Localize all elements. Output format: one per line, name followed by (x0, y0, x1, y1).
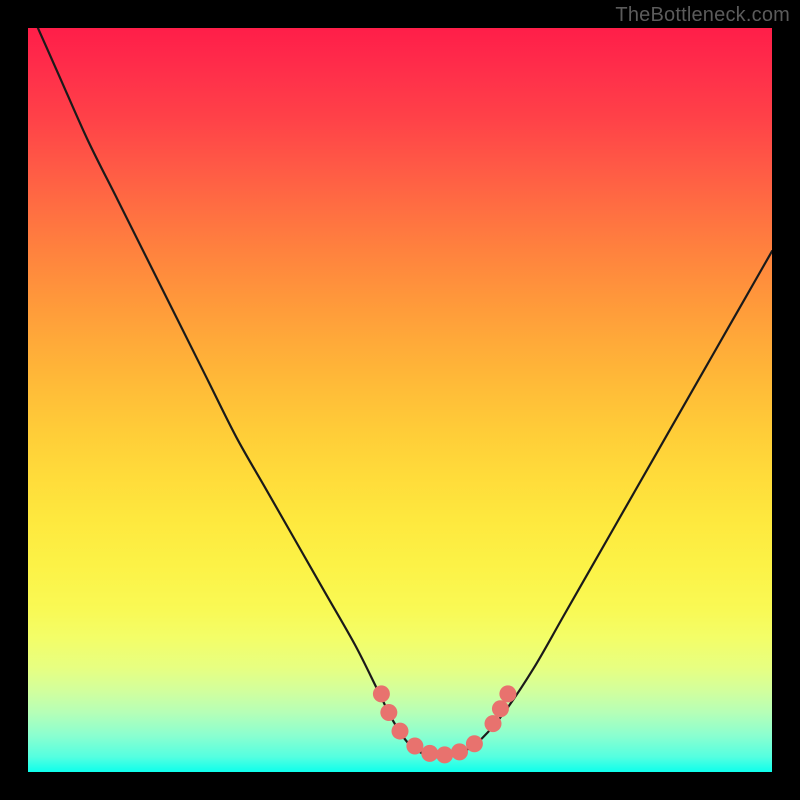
curve-marker (451, 743, 468, 760)
curve-marker (421, 745, 438, 762)
bottleneck-curve (28, 28, 772, 757)
curve-marker (485, 715, 502, 732)
curve-marker (380, 704, 397, 721)
curve-marker (499, 685, 516, 702)
curve-marker (466, 735, 483, 752)
curve-marker (492, 700, 509, 717)
curve-marker (406, 737, 423, 754)
curve-marker (392, 723, 409, 740)
curve-marker (373, 685, 390, 702)
plot-area (28, 28, 772, 772)
watermark-text: TheBottleneck.com (615, 4, 790, 27)
curve-layer (28, 28, 772, 772)
curve-marker (436, 746, 453, 763)
chart-frame: TheBottleneck.com (0, 0, 800, 800)
